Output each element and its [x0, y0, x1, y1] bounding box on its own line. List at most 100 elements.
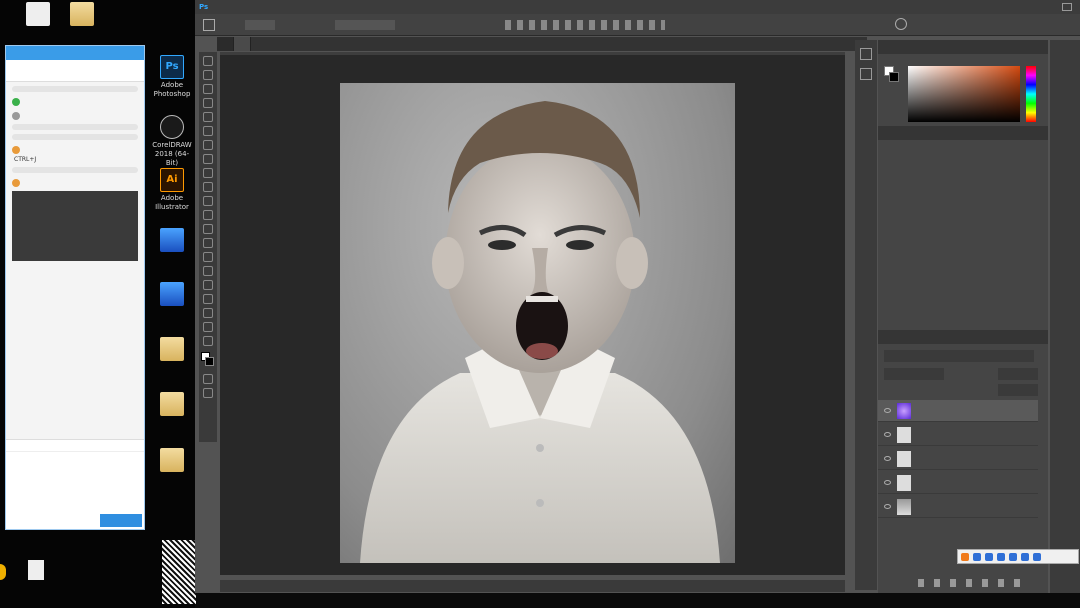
desktop-icon-folder[interactable] [62, 2, 102, 28]
folder-icon [160, 448, 184, 472]
desktop-icon-folder[interactable] [152, 448, 192, 474]
screen-mode-icon[interactable] [203, 388, 213, 398]
move-tool-icon[interactable] [203, 56, 213, 66]
folder-icon [160, 337, 184, 361]
desktop-icon-illustrator[interactable]: Ai Adobe Illustrator [152, 168, 192, 212]
layer-thumbnail [897, 426, 911, 443]
coreldraw-icon [160, 115, 184, 139]
show-transform-checkbox[interactable] [335, 20, 395, 30]
document-tab[interactable] [217, 37, 234, 51]
auto-select-field[interactable] [245, 20, 275, 30]
layer-row[interactable] [878, 496, 1038, 518]
panel-strip [855, 40, 877, 590]
desktop-icon-app[interactable] [152, 282, 192, 308]
layer-row[interactable] [878, 400, 1038, 422]
desktop-icon-folder[interactable] [152, 337, 192, 363]
layer-filter-bar[interactable] [884, 350, 1034, 362]
desktop-icon-folder[interactable] [152, 392, 192, 418]
lasso-tool-icon[interactable] [203, 84, 213, 94]
ime-icon[interactable] [997, 552, 1005, 561]
eyedropper-tool-icon[interactable] [203, 126, 213, 136]
desktop-icon-coreldraw[interactable]: CorelDRAW 2018 (64-Bit) [152, 115, 192, 168]
type-tool-icon[interactable] [203, 266, 213, 276]
app-icon [160, 228, 184, 252]
qr-code [162, 540, 196, 604]
background-color-swatch[interactable] [889, 72, 899, 82]
eye-icon[interactable] [884, 456, 891, 461]
chat-bubble [12, 134, 138, 140]
desktop-icon-file[interactable] [18, 2, 58, 28]
ime-icon[interactable] [985, 552, 993, 561]
path-select-tool-icon[interactable] [203, 280, 213, 290]
ime-icon[interactable] [1021, 552, 1029, 561]
color-picker-field[interactable] [908, 66, 1020, 122]
send-button[interactable] [100, 514, 142, 527]
gradient-tool-icon[interactable] [203, 210, 213, 220]
eye-icon[interactable] [884, 408, 891, 413]
quick-select-tool-icon[interactable] [203, 98, 213, 108]
eye-icon[interactable] [884, 504, 891, 509]
layer-row[interactable] [878, 424, 1038, 446]
right-panels [878, 40, 1048, 593]
chat-user [12, 98, 138, 106]
document-tab-active[interactable] [234, 37, 251, 51]
history-brush-tool-icon[interactable] [203, 182, 213, 192]
ime-icon[interactable] [1009, 552, 1017, 561]
chat-bubble [12, 124, 138, 130]
canvas-image[interactable] [340, 83, 735, 563]
properties-icon[interactable] [860, 68, 872, 80]
color-swatches[interactable] [199, 350, 217, 370]
clone-stamp-tool-icon[interactable] [203, 168, 213, 178]
brush-tool-icon[interactable] [203, 154, 213, 164]
desktop-icon-app[interactable] [152, 228, 192, 254]
desktop-icon-photoshop[interactable]: Ps Adobe Photoshop [152, 55, 192, 99]
avatar [12, 112, 20, 120]
folder-icon [70, 2, 94, 26]
eye-icon[interactable] [884, 480, 891, 485]
layer-action-buttons[interactable] [918, 579, 1028, 587]
healing-brush-tool-icon[interactable] [203, 140, 213, 150]
ime-icon[interactable] [1033, 552, 1041, 561]
hand-tool-icon[interactable] [203, 308, 213, 318]
history-icon[interactable] [860, 48, 872, 60]
chat-user [12, 112, 138, 120]
document-tabs [217, 37, 867, 51]
zoom-tool-icon[interactable] [203, 322, 213, 332]
search-icon[interactable] [895, 18, 907, 30]
move-tool-icon[interactable] [203, 19, 215, 31]
opacity-field[interactable] [998, 368, 1038, 380]
file-icon [26, 2, 50, 26]
more-tools-icon[interactable] [203, 336, 213, 346]
file-icon[interactable] [28, 560, 44, 580]
layer-thumbnail [897, 474, 911, 491]
app-icon[interactable] [0, 564, 6, 580]
crop-tool-icon[interactable] [203, 112, 213, 122]
pen-tool-icon[interactable] [203, 252, 213, 262]
background-color-swatch[interactable] [205, 357, 214, 366]
eye-icon[interactable] [884, 432, 891, 437]
app-icon [160, 282, 184, 306]
window-maximize-icon[interactable] [1062, 3, 1072, 11]
ime-logo-icon[interactable] [961, 552, 969, 561]
chat-screenshot-image[interactable] [12, 191, 138, 261]
blend-mode-select[interactable] [884, 368, 944, 380]
fill-field[interactable] [998, 384, 1038, 396]
chat-input-toolbar [6, 440, 144, 452]
chat-titlebar [6, 46, 144, 60]
eraser-tool-icon[interactable] [203, 196, 213, 206]
layer-row[interactable] [878, 448, 1038, 470]
hue-slider[interactable] [1026, 66, 1036, 122]
align-buttons[interactable] [505, 20, 665, 30]
shape-tool-icon[interactable] [203, 294, 213, 304]
chat-tabs [6, 60, 144, 82]
input-method-toolbar[interactable] [957, 549, 1079, 564]
layer-row[interactable] [878, 472, 1038, 494]
photoshop-icon: Ps [160, 55, 184, 79]
adjustments-panel-tabs [878, 126, 1048, 140]
marquee-tool-icon[interactable] [203, 70, 213, 80]
chat-input-area[interactable] [6, 439, 144, 529]
ime-icon[interactable] [973, 552, 981, 561]
blur-tool-icon[interactable] [203, 224, 213, 234]
dodge-tool-icon[interactable] [203, 238, 213, 248]
quick-mask-icon[interactable] [203, 374, 213, 384]
